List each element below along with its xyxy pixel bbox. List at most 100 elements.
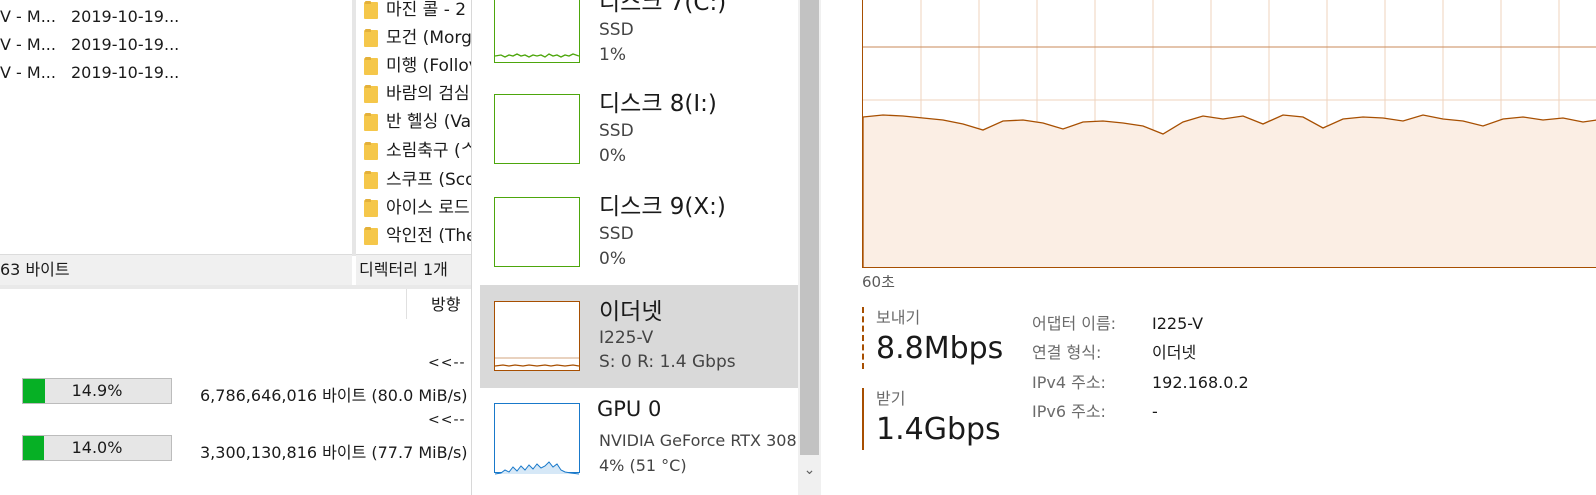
property-value: I225-V [1152, 314, 1204, 333]
device-usage: 1% [599, 45, 626, 65]
folder-icon [364, 141, 378, 160]
property-ipv4: IPv4 주소: 192.168.0.2 [1032, 369, 1249, 393]
adapter-model: I225-V [599, 328, 654, 348]
transfer-bytes: 3,300,130,816 바이트 (77.7 MiB/s) [200, 443, 468, 462]
folder-icon [364, 84, 378, 103]
ethernet-thumbnail-graph [494, 301, 580, 371]
gpu-model: NVIDIA GeForce RTX 308 [599, 431, 797, 450]
folder-name: 스쿠프 (Sco [386, 170, 476, 190]
folder-icon [364, 0, 378, 19]
folder-name: 소림축구 (ᄉ [386, 141, 477, 161]
folder-item[interactable]: 마진 콜 - 2 [356, 0, 466, 25]
receive-stat: 받기 1.4Gbps [862, 388, 1001, 450]
property-value: 192.168.0.2 [1152, 373, 1249, 392]
file-type: V - M... [0, 35, 56, 54]
device-name: 디스크 7(C:) [599, 0, 727, 16]
folder-name: 아이스 로드 [386, 198, 470, 218]
folder-icon [364, 56, 378, 75]
device-usage: 0% [599, 249, 626, 269]
progress-bar: 14.9% [22, 378, 172, 404]
property-ipv6: IPv6 주소: - [1032, 398, 1158, 422]
scrollbar-thumb[interactable] [800, 0, 819, 455]
graph-time-label: 60초 [862, 273, 895, 291]
receive-value: 1.4Gbps [876, 412, 1001, 447]
status-bar-left: 63 바이트 [0, 254, 352, 285]
disk-activity-sparkline [494, 53, 580, 58]
throughput-summary: S: 0 R: 1.4 Gbps [599, 352, 736, 372]
folder-item[interactable]: 모건 (Morg [356, 24, 472, 53]
progress-percent: 14.9% [71, 381, 123, 400]
folder-name: 마진 콜 - 2 [386, 0, 467, 20]
send-stat: 보내기 8.8Mbps [862, 307, 1003, 369]
throughput-graph [862, 0, 1596, 268]
folder-icon [364, 170, 378, 189]
status-text: 63 바이트 [0, 260, 70, 279]
folder-item[interactable]: 바람의 검심 [356, 80, 470, 109]
folder-item[interactable]: 소림축구 (ᄉ [356, 137, 476, 166]
device-item-gpu[interactable]: GPU 0 NVIDIA GeForce RTX 308 4% (51 °C) [480, 392, 798, 492]
device-item-ethernet[interactable]: 이더넷 I225-V S: 0 R: 1.4 Gbps [480, 285, 798, 388]
folder-icon [364, 198, 378, 217]
device-list: 디스크 7(C:) SSD 1% 디스크 8(I:) SSD 0% 디스크 9(… [471, 0, 822, 495]
folder-icon [364, 112, 378, 131]
send-label: 보내기 [876, 308, 921, 327]
folder-item[interactable]: 악인전 (The [356, 222, 477, 251]
folder-name: 모건 (Morg [386, 28, 472, 48]
property-key: 연결 형식: [1032, 343, 1102, 362]
device-item-disk-8[interactable]: 디스크 8(I:) SSD 0% [480, 83, 798, 183]
gpu-thumbnail-graph [494, 403, 580, 475]
folder-name: 악인전 (The [386, 226, 477, 246]
device-type: SSD [599, 121, 634, 141]
device-name: 디스크 9(X:) [599, 194, 726, 220]
device-type: SSD [599, 224, 634, 244]
device-usage: 0% [599, 146, 626, 166]
file-date: 2019-10-19... [71, 63, 180, 82]
device-item-disk-7[interactable]: 디스크 7(C:) SSD 1% [480, 0, 798, 82]
progress-percent: 14.0% [71, 438, 123, 457]
device-name: 이더넷 [599, 299, 663, 325]
file-date: 2019-10-19... [71, 7, 180, 26]
property-key: 어댑터 이름: [1032, 314, 1117, 333]
device-item-disk-9[interactable]: 디스크 9(X:) SSD 0% [480, 186, 798, 286]
file-type: V - M... [0, 63, 56, 82]
property-value: 이더넷 [1152, 343, 1197, 362]
direction-arrow: <<-- [428, 412, 466, 428]
folder-name: 반 헬싱 (Va [386, 112, 472, 132]
property-adapter-name: 어댑터 이름: I225-V [1032, 310, 1203, 334]
folder-icon [364, 28, 378, 47]
disk-thumbnail-graph [494, 0, 580, 63]
send-value: 8.8Mbps [876, 331, 1004, 366]
chevron-down-icon[interactable]: ⌄ [798, 462, 821, 478]
gpu-activity-sparkline [494, 461, 580, 475]
folder-item[interactable]: 스쿠프 (Sco [356, 166, 476, 195]
file-list-right-pane: 마진 콜 - 2 모건 (Morg 미행 (Follov 바람의 검심 반 헬싱… [356, 0, 480, 256]
throughput-graph-svg [863, 0, 1596, 267]
status-text: 디렉터리 1개 [359, 260, 448, 279]
folder-item[interactable]: 미행 (Follov [356, 52, 479, 81]
file-list-left-pane: V - M... 2019-10-19... V - M... 2019-10-… [0, 0, 352, 256]
property-key: IPv6 주소: [1032, 402, 1106, 421]
folder-name: 미행 (Follov [386, 56, 479, 76]
folder-name: 바람의 검심 [386, 84, 470, 104]
ethernet-activity-sparkline [494, 357, 580, 367]
file-type: V - M... [0, 7, 56, 26]
property-connection-type: 연결 형식: 이더넷 [1032, 339, 1196, 363]
transfer-bytes: 6,786,646,016 바이트 (80.0 MiB/s) [200, 386, 468, 405]
device-name: 디스크 8(I:) [599, 91, 717, 117]
progress-bar: 14.0% [22, 435, 172, 461]
device-list-scrollbar[interactable]: ⌄ [798, 0, 821, 495]
property-key: IPv4 주소: [1032, 373, 1106, 392]
device-type: SSD [599, 20, 634, 40]
folder-item[interactable]: 아이스 로드 [356, 194, 470, 223]
direction-arrow: <<-- [428, 355, 466, 371]
status-bar-right: 디렉터리 1개 [356, 254, 480, 285]
disk-thumbnail-graph [494, 197, 580, 267]
gpu-usage: 4% (51 °C) [599, 456, 687, 475]
transfer-queue: 방향 <<-- 14.9% 6,786,646,016 바이트 (80.0 Mi… [0, 289, 480, 495]
file-date: 2019-10-19... [71, 35, 180, 54]
folder-item[interactable]: 반 헬싱 (Va [356, 108, 471, 137]
device-name: GPU 0 [597, 397, 662, 421]
receive-label: 받기 [876, 389, 906, 408]
folder-icon [364, 226, 378, 245]
disk-thumbnail-graph [494, 94, 580, 164]
